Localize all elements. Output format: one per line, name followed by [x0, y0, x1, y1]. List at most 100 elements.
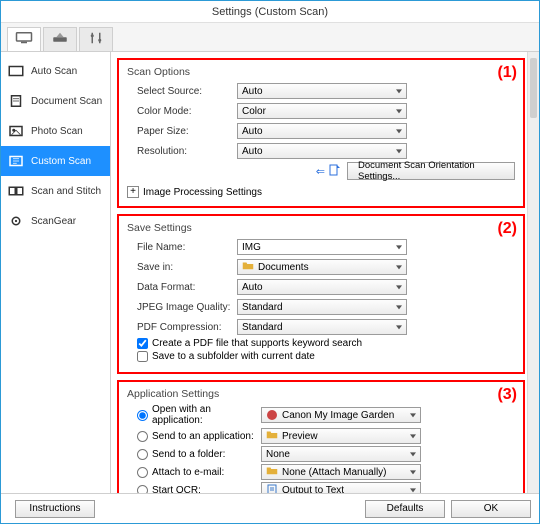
content: (1) Scan Options Select Source: Auto Col…: [111, 52, 539, 493]
folder-icon: [242, 261, 254, 273]
paper-size-combo[interactable]: Auto: [237, 123, 407, 139]
ok-label: OK: [484, 503, 498, 514]
window-title: Settings (Custom Scan): [212, 6, 328, 18]
send-app-value: Preview: [282, 431, 318, 442]
save-settings-title: Save Settings: [127, 222, 515, 234]
save-in-combo[interactable]: Documents: [237, 259, 407, 275]
resolution-combo[interactable]: Auto: [237, 143, 407, 159]
send-folder-combo[interactable]: None: [261, 446, 421, 462]
ok-button[interactable]: OK: [451, 500, 531, 518]
tab-scan-from-computer[interactable]: [7, 27, 41, 51]
scanner-icon: [51, 31, 69, 48]
open-app-radio[interactable]: [137, 410, 148, 421]
scan-options-region: (1) Scan Options Select Source: Auto Col…: [117, 58, 525, 208]
send-app-radio[interactable]: [137, 431, 148, 442]
paper-size-value: Auto: [242, 126, 263, 137]
application-settings-title: Application Settings: [127, 388, 515, 400]
select-source-value: Auto: [242, 86, 263, 97]
start-ocr-radio[interactable]: [137, 485, 148, 494]
folder-icon: [266, 430, 278, 442]
tab-scan-from-panel[interactable]: [43, 27, 77, 51]
create-pdf-keyword-label: Create a PDF file that supports keyword …: [152, 338, 362, 349]
pdf-compression-label: PDF Compression:: [137, 322, 237, 333]
open-app-label: Open with an application:: [152, 404, 257, 426]
main-area: Auto Scan Document Scan Photo Scan Custo…: [1, 23, 539, 523]
select-source-label: Select Source:: [137, 86, 237, 97]
color-mode-combo[interactable]: Color: [237, 103, 407, 119]
color-mode-value: Color: [242, 106, 266, 117]
sidebar-item-photo-scan[interactable]: Photo Scan: [1, 116, 110, 146]
page-flip-icon: [329, 164, 341, 179]
jpeg-quality-value: Standard: [242, 302, 283, 313]
scangear-icon: [7, 214, 25, 228]
transfer-icons: ⇐: [316, 164, 341, 179]
attach-mail-combo[interactable]: None (Attach Manually): [261, 464, 421, 480]
paper-size-label: Paper Size:: [137, 126, 237, 137]
top-tabs: [1, 23, 539, 52]
auto-scan-icon: [7, 64, 25, 78]
sidebar-item-label: ScanGear: [31, 216, 76, 227]
sidebar-item-label: Custom Scan: [31, 156, 91, 167]
region-label-3: (3): [497, 386, 517, 404]
settings-window: Settings (Custom Scan): [0, 0, 540, 524]
save-subfolder-checkbox[interactable]: [137, 351, 148, 362]
sidebar-item-auto-scan[interactable]: Auto Scan: [1, 56, 110, 86]
file-name-value: IMG: [242, 242, 261, 253]
application-icon: [266, 409, 278, 421]
folder-icon: [266, 466, 278, 478]
color-mode-label: Color Mode:: [137, 106, 237, 117]
send-folder-radio[interactable]: [137, 449, 148, 460]
application-settings-region: (3) Application Settings Open with an ap…: [117, 380, 525, 493]
region-label-1: (1): [497, 64, 517, 82]
instructions-label: Instructions: [29, 503, 80, 514]
orientation-settings-label: Document Scan Orientation Settings...: [358, 160, 504, 182]
tab-general-settings[interactable]: [79, 27, 113, 51]
sidebar-item-label: Auto Scan: [31, 66, 77, 77]
start-ocr-value: Output to Text: [282, 485, 344, 494]
data-format-value: Auto: [242, 282, 263, 293]
orientation-settings-button[interactable]: Document Scan Orientation Settings...: [347, 162, 515, 180]
select-source-combo[interactable]: Auto: [237, 83, 407, 99]
image-processing-expand[interactable]: +: [127, 186, 139, 198]
sidebar-item-scan-and-stitch[interactable]: Scan and Stitch: [1, 176, 110, 206]
attach-mail-radio[interactable]: [137, 467, 148, 478]
pdf-compression-value: Standard: [242, 322, 283, 333]
instructions-button[interactable]: Instructions: [15, 500, 95, 518]
open-app-combo[interactable]: Canon My Image Garden: [261, 407, 421, 423]
start-ocr-label: Start OCR:: [152, 485, 257, 494]
scan-options-title: Scan Options: [127, 66, 515, 78]
sidebar: Auto Scan Document Scan Photo Scan Custo…: [1, 52, 111, 493]
text-file-icon: [266, 484, 278, 493]
image-processing-label: Image Processing Settings: [143, 187, 262, 198]
body: Auto Scan Document Scan Photo Scan Custo…: [1, 52, 539, 493]
create-pdf-keyword-checkbox[interactable]: [137, 338, 148, 349]
monitor-icon: [15, 31, 33, 48]
send-app-combo[interactable]: Preview: [261, 428, 421, 444]
defaults-button[interactable]: Defaults: [365, 500, 445, 518]
custom-scan-icon: [7, 154, 25, 168]
start-ocr-combo[interactable]: Output to Text: [261, 482, 421, 493]
content-wrap: (1) Scan Options Select Source: Auto Col…: [111, 52, 539, 493]
send-folder-label: Send to a folder:: [152, 449, 257, 460]
region-label-2: (2): [497, 220, 517, 238]
file-name-label: File Name:: [137, 242, 237, 253]
save-settings-region: (2) Save Settings File Name: IMG Save in…: [117, 214, 525, 374]
pdf-compression-combo[interactable]: Standard: [237, 319, 407, 335]
send-app-label: Send to an application:: [152, 431, 257, 442]
resolution-label: Resolution:: [137, 146, 237, 157]
jpeg-quality-label: JPEG Image Quality:: [137, 302, 237, 313]
sidebar-item-custom-scan[interactable]: Custom Scan: [1, 146, 110, 176]
save-in-label: Save in:: [137, 262, 237, 273]
file-name-field[interactable]: IMG: [237, 239, 407, 255]
sidebar-item-label: Document Scan: [31, 96, 102, 107]
jpeg-quality-combo[interactable]: Standard: [237, 299, 407, 315]
sidebar-item-scangear[interactable]: ScanGear: [1, 206, 110, 236]
document-scan-icon: [7, 94, 25, 108]
data-format-combo[interactable]: Auto: [237, 279, 407, 295]
vertical-scrollbar[interactable]: [527, 52, 539, 493]
attach-mail-label: Attach to e-mail:: [152, 467, 257, 478]
sidebar-item-document-scan[interactable]: Document Scan: [1, 86, 110, 116]
save-subfolder-label: Save to a subfolder with current date: [152, 351, 315, 362]
stitch-icon: [7, 184, 25, 198]
photo-scan-icon: [7, 124, 25, 138]
